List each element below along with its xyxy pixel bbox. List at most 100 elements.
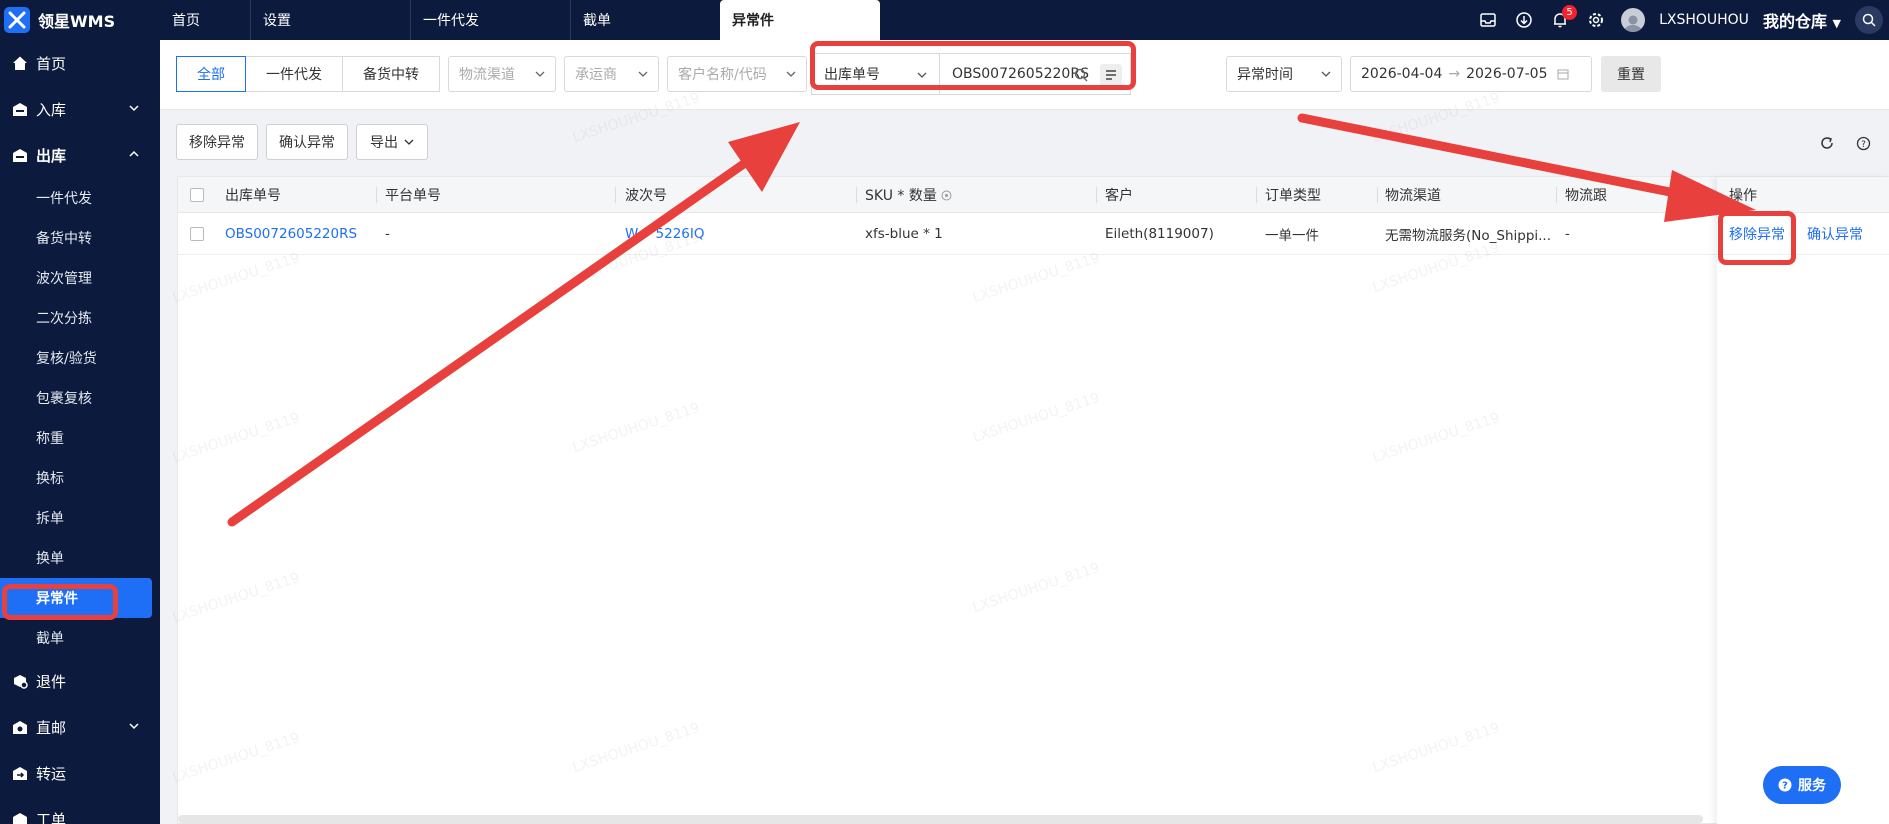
logo-icon: [4, 7, 30, 33]
bell-icon[interactable]: 5: [1549, 5, 1578, 31]
sidebar-sub-intercept[interactable]: 截单: [0, 618, 160, 658]
chevron-down-icon: [129, 723, 139, 730]
header-customer: 客户: [1105, 188, 1133, 204]
sidebar-sub-dropship[interactable]: 一件代发: [0, 178, 160, 218]
column-divider[interactable]: [856, 187, 857, 203]
sidebar-item-returns[interactable]: 退件: [0, 658, 160, 704]
sidebar-item-home[interactable]: 首页: [0, 40, 160, 86]
app-title: 领星WMS: [38, 12, 116, 31]
column-divider[interactable]: [1377, 187, 1378, 203]
column-divider[interactable]: [1256, 187, 1257, 203]
chevron-down-icon: [1321, 71, 1331, 77]
segment-stock-transfer[interactable]: 备货中转: [342, 56, 440, 92]
gear-icon[interactable]: [1585, 9, 1607, 31]
transfer-icon: [13, 767, 27, 780]
avatar[interactable]: [1621, 8, 1646, 32]
header-tracking: 物流跟: [1565, 188, 1607, 204]
row-confirm-exception-link[interactable]: 确认异常: [1807, 224, 1863, 244]
reset-button[interactable]: 重置: [1601, 56, 1661, 92]
column-divider[interactable]: [1556, 187, 1557, 203]
help-icon[interactable]: ?: [1854, 134, 1872, 152]
sidebar-item-inbound[interactable]: 入库: [0, 86, 160, 132]
table-row[interactable]: OBS0072605220RS - W 5226IQ xfs-blue * 1 …: [178, 213, 1889, 255]
segment-dropship[interactable]: 一件代发: [245, 56, 343, 92]
sidebar-sub-wave[interactable]: 波次管理: [0, 258, 160, 298]
sidebar-sub-weigh[interactable]: 称重: [0, 418, 160, 458]
sidebar-sub-package-review[interactable]: 包裹复核: [0, 378, 160, 418]
select-all-checkbox[interactable]: [190, 188, 204, 202]
notification-badge: 5: [1562, 5, 1578, 20]
arrow-right-icon: →: [1448, 66, 1461, 82]
column-divider[interactable]: [615, 187, 616, 203]
logistics-channel-select[interactable]: 物流渠道: [448, 56, 556, 92]
username[interactable]: LXSHOUHOU: [1659, 12, 1749, 28]
svg-text:?: ?: [1861, 140, 1866, 150]
inbox-icon[interactable]: [1477, 9, 1499, 31]
date-range-picker[interactable]: 2026-04-04 → 2026-07-05: [1350, 56, 1592, 92]
chevron-down-icon: [404, 139, 414, 145]
wave-no-link[interactable]: W 5226IQ: [625, 213, 704, 255]
chevron-down-icon: [786, 71, 796, 77]
sidebar-sub-secondary-sort[interactable]: 二次分拣: [0, 298, 160, 338]
top-right-actions: 5 LXSHOUHOU 我的仓库 ▼: [1477, 0, 1889, 40]
tab-exceptions[interactable]: 异常件: [720, 0, 880, 40]
sidebar-sub-review[interactable]: 复核/验货: [0, 338, 160, 378]
chevron-down-icon: [638, 71, 648, 77]
remove-exception-button[interactable]: 移除异常: [176, 124, 258, 160]
global-search-icon[interactable]: [1855, 6, 1883, 34]
horizontal-scrollbar[interactable]: [178, 815, 1703, 823]
confirm-exception-button[interactable]: 确认异常: [266, 124, 348, 160]
service-button[interactable]: ? 服务: [1763, 766, 1841, 804]
calendar-icon: [1557, 69, 1569, 80]
time-type-select[interactable]: 异常时间: [1226, 56, 1342, 92]
page-tabs: 首页 设置 一件代发 截单 异常件: [160, 0, 880, 40]
outbound-no-link[interactable]: OBS0072605220RS: [225, 213, 357, 255]
tab-dropship[interactable]: 一件代发: [410, 0, 570, 40]
top-bar: 领星WMS 首页 设置 一件代发 截单 异常件 5 LXSHOUHOU 我的仓库…: [0, 0, 1889, 40]
operations-column: 操作 移除异常 确认异常: [1717, 177, 1889, 824]
order-type-cell: 一单一件: [1265, 228, 1319, 244]
warehouse-switcher[interactable]: 我的仓库 ▼: [1763, 8, 1841, 32]
column-divider[interactable]: [376, 187, 377, 203]
workorder-icon: [13, 813, 27, 824]
sidebar-sub-split[interactable]: 拆单: [0, 498, 160, 538]
customer-select[interactable]: 客户名称/代码: [667, 56, 807, 92]
column-divider[interactable]: [1096, 187, 1097, 203]
outbound-icon: [13, 149, 27, 162]
chevron-down-icon: [535, 71, 545, 77]
header-select-all[interactable]: [190, 177, 204, 213]
sidebar-sub-relabel[interactable]: 换标: [0, 458, 160, 498]
svg-text:?: ?: [1782, 781, 1788, 792]
sidebar-item-outbound[interactable]: 出库: [0, 132, 160, 178]
filter-bar: 全部 一件代发 备货中转 物流渠道 承运商 客户名称/代码 出库单号 OBS00…: [160, 40, 1889, 110]
table-header: 出库单号 平台单号 波次号 SKU * 数量 客户 订单类型 物流渠道 物流跟: [178, 177, 1889, 213]
question-icon: ?: [1778, 778, 1792, 792]
segment-all[interactable]: 全部: [176, 56, 246, 92]
tab-home[interactable]: 首页: [160, 0, 250, 40]
header-order-type: 订单类型: [1265, 188, 1321, 204]
export-button[interactable]: 导出: [356, 124, 428, 160]
platform-no-cell: -: [385, 226, 390, 242]
header-sku-qty: SKU * 数量: [865, 177, 952, 213]
refresh-icon[interactable]: [1818, 134, 1836, 152]
sidebar-item-workorder[interactable]: 工单: [0, 796, 160, 824]
tab-settings[interactable]: 设置: [250, 0, 410, 40]
sidebar-item-direct-mail[interactable]: 直邮: [0, 704, 160, 750]
carrier-select[interactable]: 承运商: [564, 56, 659, 92]
customer-cell: Eileth(8119007): [1105, 226, 1214, 242]
sidebar-sub-swap[interactable]: 换单: [0, 538, 160, 578]
info-icon[interactable]: [941, 190, 952, 201]
order-type-segment: 全部 一件代发 备货中转: [176, 56, 440, 92]
date-end: 2026-07-05: [1466, 66, 1548, 82]
row-checkbox[interactable]: [190, 227, 204, 241]
sidebar: 首页 入库 出库 一件代发 备货中转 波次管理 二次分拣 复核/验货 包裹复核 …: [0, 40, 160, 824]
header-operations: 操作: [1717, 177, 1889, 213]
tab-intercept[interactable]: 截单: [570, 0, 720, 40]
chevron-up-icon: [129, 150, 139, 157]
row-checkbox-cell[interactable]: [190, 213, 204, 255]
search-highlight-box: [810, 41, 1136, 90]
sidebar-sub-stock-transfer[interactable]: 备货中转: [0, 218, 160, 258]
download-icon[interactable]: [1513, 9, 1535, 31]
app-logo[interactable]: 领星WMS: [0, 0, 160, 40]
sidebar-item-transfer[interactable]: 转运: [0, 750, 160, 796]
